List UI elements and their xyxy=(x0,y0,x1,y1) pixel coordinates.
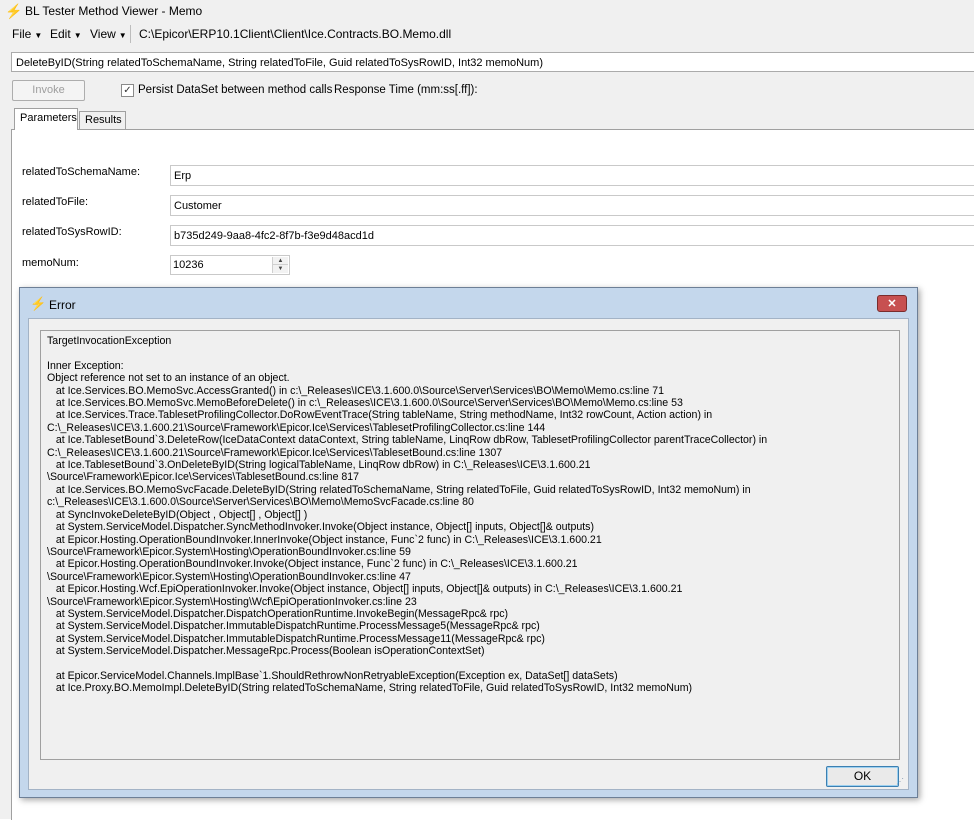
error-message-line: at System.ServiceModel.Dispatcher.Immuta… xyxy=(47,632,545,645)
error-message-line: at Epicor.Hosting.OperationBoundInvoker.… xyxy=(47,533,602,546)
error-message-line xyxy=(47,658,893,670)
menu-edit-label: Edit xyxy=(50,27,71,41)
error-message-line: at System.ServiceModel.Dispatcher.Dispat… xyxy=(47,607,509,620)
param-label-related-to-sys-row-id: relatedToSysRowID: xyxy=(22,226,122,238)
stepper-down-icon[interactable]: ▼ xyxy=(273,265,288,273)
error-message-line: at Ice.Proxy.BO.MemoImpl.DeleteByID(Stri… xyxy=(47,682,693,695)
param-label-related-to-file: relatedToFile: xyxy=(22,196,89,208)
error-message-line: \Source\Framework\Epicor.System\Hosting\… xyxy=(47,570,411,583)
menu-bar: File ▼ Edit ▼ View ▼ C:\Epicor\ERP10.1Clien… xyxy=(0,22,974,47)
error-message-box[interactable]: TargetInvocationException Inner Exceptio… xyxy=(40,330,900,760)
error-message-line: c:\_Releases\ICE\3.1.600.0\Source\Server… xyxy=(47,496,474,509)
error-message-line: at Ice.TablesetBound`3.DeleteRow(IceData… xyxy=(47,434,768,447)
assembly-path: C:\Epicor\ERP10.1Client\Client\Ice.Contr… xyxy=(139,27,452,41)
stepper-up-icon[interactable]: ▲ xyxy=(273,257,288,265)
menu-edit[interactable]: Edit ▼ xyxy=(50,27,82,41)
memo-num-stepper[interactable]: 10236 ▲ ▼ xyxy=(170,255,290,275)
stepper-buttons: ▲ ▼ xyxy=(272,257,288,273)
error-message-line: Inner Exception: xyxy=(47,359,124,372)
invoke-button[interactable]: Invoke xyxy=(12,80,85,101)
error-message-line: \Source\Framework\Epicor.System\Hosting\… xyxy=(47,545,411,558)
param-input-related-to-sys-row-id[interactable]: b735d249-9aa8-4fc2-8f7b-f3e9d48acd1d xyxy=(170,225,974,246)
error-message-line: at System.ServiceModel.Dispatcher.SyncMe… xyxy=(47,521,595,534)
error-message-line: at Ice.Services.Trace.TablesetProfilingC… xyxy=(47,409,713,422)
tab-results[interactable]: Results xyxy=(79,111,126,129)
error-message-line: at Epicor.Hosting.Wcf.EpiOperationInvoke… xyxy=(47,583,683,596)
close-icon: ✕ xyxy=(887,298,897,310)
title-bar: ⚡ BL Tester Method Viewer - Memo xyxy=(0,0,974,22)
error-message-line: at Epicor.Hosting.OperationBoundInvoker.… xyxy=(47,558,578,571)
menu-file-label: File xyxy=(12,27,32,41)
error-message-line: C:\_Releases\ICE\3.1.600.21\Source\Frame… xyxy=(47,421,546,434)
error-message-line: at Ice.Services.BO.MemoSvcFacade.DeleteB… xyxy=(47,483,751,496)
error-message-line: TargetInvocationException xyxy=(47,335,172,347)
error-message-line: C:\_Releases\ICE\3.1.600.21\Source\Frame… xyxy=(47,446,503,459)
chevron-down-icon: ▼ xyxy=(34,31,43,40)
param-input-related-to-schema-name[interactable]: Erp xyxy=(170,165,974,186)
param-input-related-to-file[interactable]: Customer xyxy=(170,195,974,216)
menu-view-label: View xyxy=(90,27,116,41)
error-message-line: at Ice.TablesetBound`3.OnDeleteByID(Stri… xyxy=(47,459,591,472)
error-message-line: at Epicor.ServiceModel.Channels.ImplBase… xyxy=(47,669,618,682)
lightning-icon: ⚡ xyxy=(30,296,47,311)
chevron-down-icon: ▼ xyxy=(73,31,82,40)
memo-num-value: 10236 xyxy=(173,259,204,271)
method-selector[interactable]: DeleteByID(String relatedToSchemaName, S… xyxy=(11,52,974,72)
menu-view[interactable]: View ▼ xyxy=(90,27,127,41)
menu-separator xyxy=(130,25,131,43)
close-button[interactable]: ✕ xyxy=(877,295,907,312)
window-title: BL Tester Method Viewer - Memo xyxy=(25,4,203,18)
persist-dataset-label: Persist DataSet between method calls xyxy=(138,84,333,96)
error-message-line: at SyncInvokeDeleteByID(Object , Object[… xyxy=(47,508,308,521)
param-label-memo-num: memoNum: xyxy=(22,257,79,269)
error-message-line: \Source\Framework\Epicor.System\Hosting\… xyxy=(47,595,417,608)
error-dialog-title: Error xyxy=(49,298,76,312)
error-dialog: ⚡ Error ✕ TargetInvocationException Inne… xyxy=(19,287,918,798)
error-message-line: at Ice.Services.BO.MemoSvc.AccessGranted… xyxy=(47,384,665,397)
error-message-line: Object reference not set to an instance … xyxy=(47,372,290,385)
error-message-line: at Ice.Services.BO.MemoSvc.MemoBeforeDel… xyxy=(47,397,683,410)
ok-button[interactable]: OK xyxy=(826,766,899,787)
error-message-line: \Source\Framework\Epicor.Ice\Services\Ta… xyxy=(47,471,360,484)
error-message-line: at System.ServiceModel.Dispatcher.Messag… xyxy=(47,645,485,658)
tab-parameters[interactable]: Parameters xyxy=(14,108,78,130)
chevron-down-icon: ▼ xyxy=(118,31,127,40)
resize-grip-icon[interactable]: ⋰ xyxy=(896,777,906,787)
response-time-label: Response Time (mm:ss[.ff]): xyxy=(334,84,478,96)
param-label-related-to-schema-name: relatedToSchemaName: xyxy=(22,166,141,178)
menu-file[interactable]: File ▼ xyxy=(12,27,42,41)
lightning-icon: ⚡ xyxy=(5,3,23,19)
error-message-line xyxy=(47,347,893,359)
error-dialog-client: TargetInvocationException Inner Exceptio… xyxy=(28,318,909,790)
persist-dataset-checkbox[interactable]: ✓ xyxy=(121,84,134,97)
error-message-line: at System.ServiceModel.Dispatcher.Immuta… xyxy=(47,620,540,633)
